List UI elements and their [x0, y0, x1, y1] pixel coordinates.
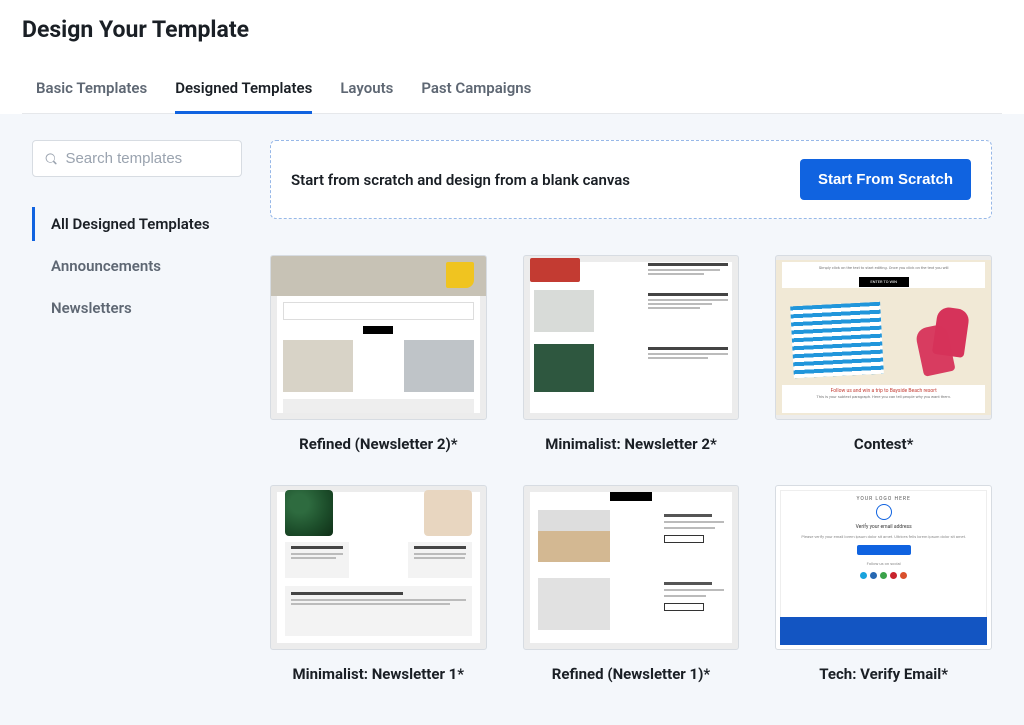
template-thumbnail-minimalist-newsletter-1[interactable]: [270, 485, 487, 650]
search-box[interactable]: [32, 140, 242, 177]
start-from-scratch-button[interactable]: Start From Scratch: [800, 159, 971, 200]
template-thumbnail-refined-newsletter-1[interactable]: [523, 485, 740, 650]
category-all-designed[interactable]: All Designed Templates: [32, 207, 242, 241]
tab-designed-templates[interactable]: Designed Templates: [175, 79, 312, 114]
tab-past-campaigns[interactable]: Past Campaigns: [421, 79, 531, 114]
template-title: Minimalist: Newsletter 1*: [293, 664, 465, 685]
sidebar: All Designed Templates Announcements New…: [32, 140, 242, 685]
search-icon: [45, 152, 57, 166]
start-from-scratch-box: Start from scratch and design from a bla…: [270, 140, 992, 219]
page-title: Design Your Template: [22, 16, 1002, 43]
category-list: All Designed Templates Announcements New…: [32, 207, 242, 333]
search-input[interactable]: [65, 150, 229, 167]
template-card: Refined (Newsletter 2)*: [270, 255, 487, 455]
template-card: Simply click on the text to start editin…: [775, 255, 992, 455]
template-thumbnail-contest[interactable]: Simply click on the text to start editin…: [775, 255, 992, 420]
template-title: Tech: Verify Email*: [819, 664, 948, 685]
template-title: Refined (Newsletter 1)*: [552, 664, 710, 685]
template-card: Minimalist: Newsletter 1*: [270, 485, 487, 685]
template-thumbnail-refined-newsletter-2[interactable]: [270, 255, 487, 420]
template-grid: Refined (Newsletter 2)*: [270, 255, 992, 685]
template-card: Refined (Newsletter 1)*: [523, 485, 740, 685]
category-newsletters[interactable]: Newsletters: [32, 291, 242, 325]
template-title: Contest*: [854, 434, 913, 455]
tab-layouts[interactable]: Layouts: [340, 79, 393, 114]
tab-basic-templates[interactable]: Basic Templates: [36, 79, 147, 114]
template-title: Refined (Newsletter 2)*: [299, 434, 457, 455]
template-card: Minimalist: Newsletter 2*: [523, 255, 740, 455]
template-thumbnail-tech-verify-email[interactable]: YOUR LOGO HERE Verify your email address…: [775, 485, 992, 650]
tabs: Basic Templates Designed Templates Layou…: [22, 79, 1002, 114]
template-thumbnail-minimalist-newsletter-2[interactable]: [523, 255, 740, 420]
category-announcements[interactable]: Announcements: [32, 249, 242, 283]
scratch-text: Start from scratch and design from a bla…: [291, 171, 630, 189]
main-content: Start from scratch and design from a bla…: [270, 140, 992, 685]
template-card: YOUR LOGO HERE Verify your email address…: [775, 485, 992, 685]
template-title: Minimalist: Newsletter 2*: [545, 434, 717, 455]
